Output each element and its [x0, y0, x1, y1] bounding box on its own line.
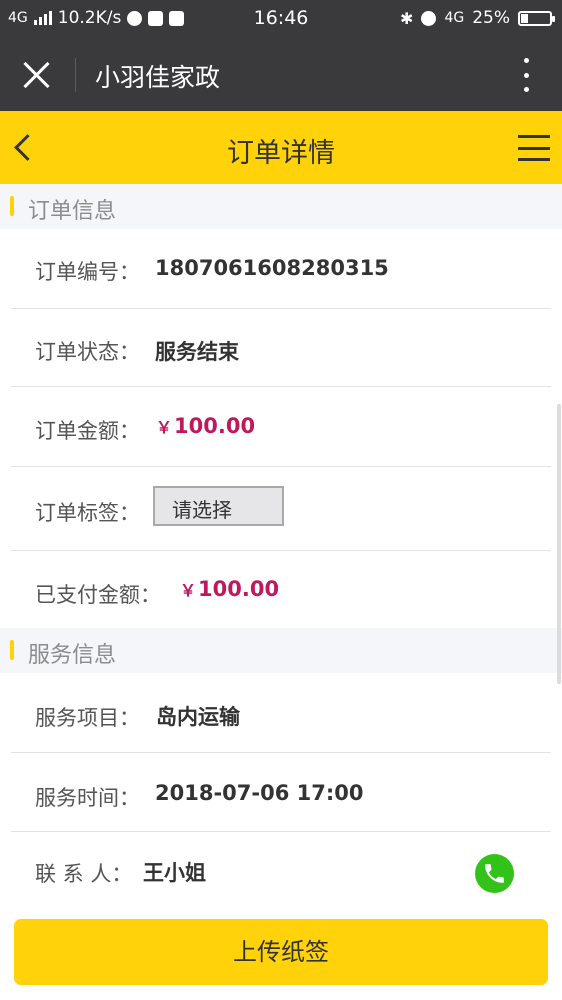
contact-label: 联 系 人： — [35, 862, 133, 886]
order-tag-select[interactable]: 请选择 — [153, 486, 284, 526]
currency-symbol: ￥ — [156, 418, 173, 437]
order-tag-label: 订单标签： — [35, 501, 140, 525]
section-accent-bar — [10, 196, 14, 216]
close-icon[interactable] — [18, 56, 56, 94]
section-accent-bar — [10, 640, 14, 660]
order-number-label: 订单编号： — [35, 260, 140, 284]
contact-row: 联 系 人： 王小姐 — [0, 832, 562, 905]
amount-number: 100.00 — [174, 414, 256, 438]
hamburger-menu-icon[interactable] — [518, 135, 550, 161]
page-title: 订单详情 — [227, 138, 335, 169]
order-status-row: 订单状态： 服务结束 — [0, 309, 562, 387]
paid-amount-row: 已支付金额： ￥100.00 — [0, 551, 562, 628]
upload-paper-sign-button[interactable]: 上传纸签 — [14, 919, 548, 985]
order-amount-row: 订单金额： ￥100.00 — [0, 387, 562, 467]
currency-symbol: ￥ — [180, 581, 197, 600]
section-title: 服务信息 — [28, 643, 117, 668]
section-header-service-info: 服务信息 — [0, 628, 562, 673]
divider — [75, 58, 76, 92]
paid-amount-value: ￥100.00 — [180, 577, 279, 601]
section-title: 订单信息 — [28, 199, 117, 224]
order-amount-value: ￥100.00 — [156, 414, 255, 438]
service-time-row: 服务时间： 2018-07-06 17:00 — [0, 753, 562, 832]
wechat-title-bar: 小羽佳家政 — [0, 38, 562, 111]
paid-amount-label: 已支付金额： — [35, 583, 161, 607]
battery-percent: 25% — [472, 8, 510, 28]
amount-number: 100.00 — [198, 577, 280, 601]
bluetooth-icon: ✱ — [400, 8, 414, 28]
order-number-value: 1807061608280315 — [155, 256, 389, 280]
phone-icon[interactable] — [475, 854, 514, 893]
service-time-value: 2018-07-06 17:00 — [155, 781, 364, 805]
battery-icon — [518, 10, 555, 26]
order-status-value: 服务结束 — [155, 340, 239, 364]
footer: 上传纸签 — [0, 905, 562, 1000]
order-tag-row: 订单标签： 请选择 — [0, 467, 562, 551]
app-header: 订单详情 — [0, 111, 562, 184]
status-bar: 4G 10.2K/s 16:46 ✱ 4G 25% — [0, 0, 562, 38]
service-item-label: 服务项目： — [35, 706, 140, 730]
section-header-order-info: 订单信息 — [0, 184, 562, 229]
service-time-label: 服务时间： — [35, 786, 140, 810]
network-type-right: 4G — [444, 10, 465, 26]
service-item-row: 服务项目： 岛内运输 — [0, 673, 562, 753]
more-vertical-icon[interactable] — [522, 58, 530, 92]
order-amount-label: 订单金额： — [35, 419, 140, 443]
wechat-page-title: 小羽佳家政 — [95, 63, 221, 92]
contact-value: 王小姐 — [143, 861, 206, 885]
scrollbar[interactable] — [556, 184, 562, 904]
order-number-row: 订单编号： 1807061608280315 — [0, 229, 562, 309]
order-status-label: 订单状态： — [35, 340, 140, 364]
service-item-value: 岛内运输 — [156, 705, 240, 729]
alarm-icon — [421, 10, 437, 26]
scrollbar-thumb[interactable] — [557, 404, 561, 684]
